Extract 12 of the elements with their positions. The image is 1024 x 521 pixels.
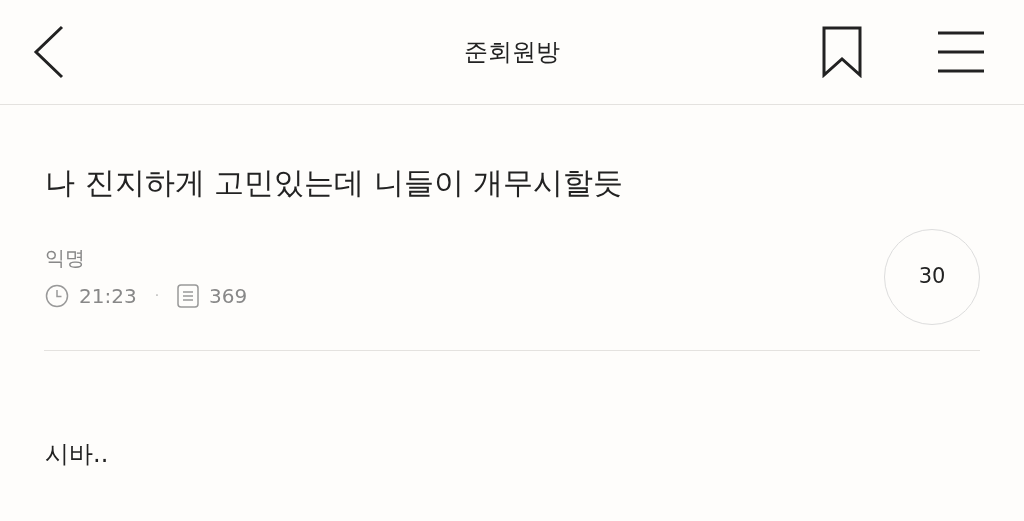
- header-title: 준회원방: [464, 37, 560, 68]
- bookmark-icon[interactable]: [822, 26, 862, 78]
- back-icon[interactable]: [32, 25, 66, 79]
- post-time: 21:23: [79, 282, 137, 310]
- post-title: 나 진지하게 고민있는데 니들이 개무시할듯: [45, 164, 625, 202]
- clock-icon: [45, 283, 69, 308]
- menu-icon[interactable]: [938, 30, 984, 74]
- post-body: 시바..: [45, 439, 110, 470]
- author-name: 익명: [45, 244, 86, 272]
- view-count: 369: [209, 282, 248, 310]
- document-icon: [177, 283, 200, 308]
- separator-dot: ·: [154, 286, 160, 305]
